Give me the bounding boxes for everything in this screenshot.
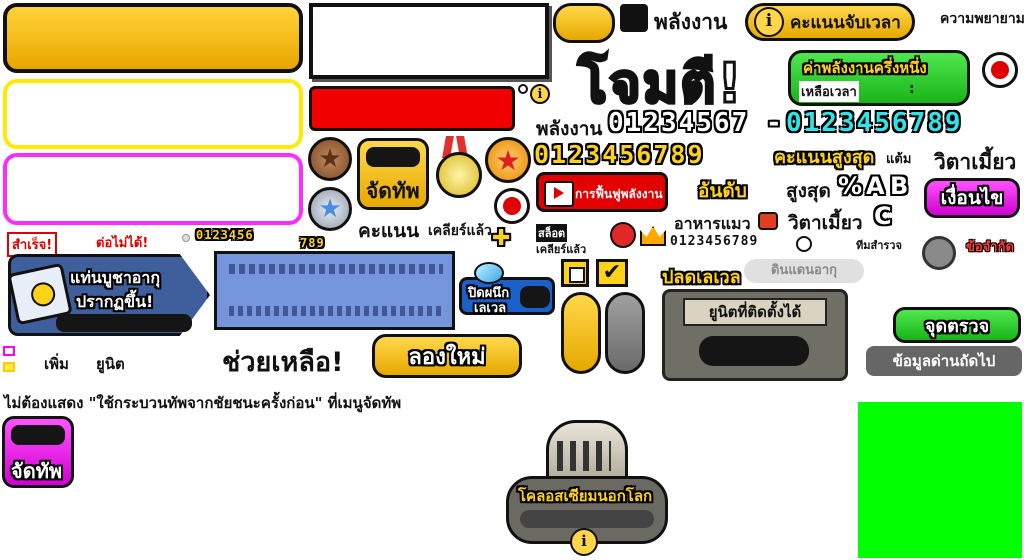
grade-a: A xyxy=(866,172,885,200)
equip-panel: ยูนิตที่ติดตั้งได้ xyxy=(662,289,848,381)
xp-label-2: วิตาเมี้ยว xyxy=(788,212,863,234)
grade-c: C xyxy=(874,202,892,230)
restrictions-label: ข้อจำกัด xyxy=(966,240,1014,255)
add-label: เพิ่ม xyxy=(44,355,69,373)
crown-icon xyxy=(640,226,666,246)
colosseum-slot xyxy=(520,510,654,528)
team-total-label: ทีมสำรวจ xyxy=(856,239,902,252)
legend-swatch-magenta xyxy=(3,346,15,356)
gear-icon xyxy=(518,84,528,94)
green-block xyxy=(858,402,1022,558)
white-box-panel xyxy=(309,3,549,79)
legend-swatch-yellow xyxy=(3,362,15,372)
xp-label: วิตาเมี้ยว xyxy=(934,150,1017,174)
checkbox-icon[interactable] xyxy=(561,259,589,287)
checkbox-checked-icon[interactable]: ✔ xyxy=(596,259,628,287)
time-left-separator: : xyxy=(909,81,915,97)
equip-title: ยูนิตที่ติดตั้งได้ xyxy=(683,298,827,326)
energy-restore-button[interactable]: การฟื้นฟูพลังงาน xyxy=(536,172,668,212)
white-digits: 01234567 xyxy=(608,108,750,138)
deploy-bottom-label: จัดทัพ xyxy=(11,459,63,483)
percent-sign: % xyxy=(838,172,863,200)
cleared-small-label: เคลียร์แล้ว xyxy=(536,243,587,256)
yellow-digits: 0123456789 xyxy=(534,140,705,169)
score-label: คะแนน xyxy=(358,220,420,242)
info-icon: i xyxy=(754,7,784,37)
play-icon xyxy=(544,181,574,207)
cyan-digits: 0123456789 xyxy=(786,108,963,138)
checkpoint-label: จุดตรวจ xyxy=(924,315,990,337)
deploy-button[interactable]: จัดทัพ xyxy=(357,138,429,210)
score-time-label: คะแนนจับเวลา xyxy=(790,12,901,33)
black-square xyxy=(620,4,648,32)
record-icon[interactable] xyxy=(494,188,530,224)
ranking-label: อันดับ xyxy=(698,180,747,202)
deploy-bottom-slot xyxy=(11,425,65,445)
clock-icon xyxy=(796,236,812,252)
unlock-level-label: ปลดเลเวล xyxy=(662,267,741,288)
gacha-slot xyxy=(56,314,192,332)
cleared-label: เคลียร์แล้ว xyxy=(428,223,492,239)
seal-level-line2: เลเวล xyxy=(474,301,507,316)
next-stage-button[interactable]: ข้อมูลด่านถัดไป xyxy=(866,346,1022,376)
points-suffix: แต้ม xyxy=(886,152,912,167)
bronze-star-icon: ★ xyxy=(308,137,352,181)
notice-text: ไม่ต้องแสดง "ใช้กระบวนทัพจากชัยชนะครั้งก… xyxy=(4,394,402,412)
small-digits: 0123456 xyxy=(196,228,254,242)
retry-button[interactable]: ลองใหม่ xyxy=(372,334,522,378)
blue-text-panel xyxy=(214,251,455,330)
silver-star-icon: ★ xyxy=(308,187,352,231)
deploy-slot xyxy=(366,147,420,167)
half-energy-label: ค่าพลังงานครึ่งหนึ่ง xyxy=(803,59,927,77)
max-label: สูงสุด xyxy=(786,180,831,202)
catfood-icon xyxy=(758,212,778,230)
colosseum-label: โคลอสเซียมนอกโลก xyxy=(518,487,653,505)
info-icon[interactable]: i xyxy=(570,528,598,556)
conditions-label: เงื่อนไข xyxy=(940,187,1004,209)
seal-level-button[interactable]: ปิดผนึก เลเวล xyxy=(459,277,555,316)
gold-panel xyxy=(3,3,303,73)
red-bar-panel xyxy=(309,86,515,131)
effort-label: ความพยายาม xyxy=(940,11,1024,27)
toggle-bar-off[interactable] xyxy=(605,292,645,374)
unit-label: ยูนิต xyxy=(96,355,125,373)
help-label: ช่วยเหลือ! xyxy=(222,347,344,378)
crystal-icon xyxy=(474,262,504,284)
paw-icon xyxy=(610,222,636,248)
gold-star-icon: ★ xyxy=(485,137,531,183)
medal-icon xyxy=(432,136,482,202)
aku-realm-label: ดินแดนอากุ xyxy=(744,259,864,283)
gacha-title-line1: แท่นบูชาอากุ xyxy=(70,268,161,287)
digit-dash: - xyxy=(766,108,784,138)
time-left-label: เหลือเวลา xyxy=(799,81,859,102)
grade-b: B xyxy=(890,172,909,200)
success-label: สำเร็จ! xyxy=(7,232,58,257)
conditions-button[interactable]: เงื่อนไข xyxy=(924,178,1020,218)
yellow-frame-panel xyxy=(3,79,303,149)
crown-digits: 0123456789 xyxy=(670,234,759,249)
energy-restore-label: การฟื้นฟูพลังงาน xyxy=(575,187,663,201)
checkpoint-button[interactable]: จุดตรวจ xyxy=(893,307,1021,343)
equip-slot xyxy=(699,336,809,366)
energy-label: พลังงาน xyxy=(654,10,728,34)
gold-pill-button[interactable] xyxy=(553,3,615,43)
deploy-button-bottom[interactable]: จัดทัพ xyxy=(2,416,74,488)
deploy-label: จัดทัพ xyxy=(366,179,420,203)
toggle-bar-on[interactable] xyxy=(561,292,601,374)
info-icon[interactable]: i xyxy=(530,84,550,104)
magenta-frame-panel xyxy=(3,153,303,225)
high-score-label: คะแนนสูงสุด xyxy=(774,147,875,168)
failed-label: ต่อไม่ได้! xyxy=(96,236,149,251)
seal-level-slot xyxy=(520,286,550,308)
plus-icon[interactable]: ✚ xyxy=(492,226,510,251)
retry-label: ลองใหม่ xyxy=(408,344,486,370)
score-time-button[interactable]: i คะแนนจับเวลา xyxy=(745,3,915,41)
record-icon[interactable] xyxy=(982,52,1018,88)
gacha-title-line2: ปรากฏขึ้น! xyxy=(76,292,154,311)
half-energy-panel: ค่าพลังงานครึ่งหนึ่ง เหลือเวลา : xyxy=(788,50,970,106)
small-dot xyxy=(182,234,190,242)
gray-circle-icon[interactable] xyxy=(922,236,956,270)
small-digits-2: 789 xyxy=(300,236,325,250)
colosseum-panel[interactable]: โคลอสเซียมนอกโลก i xyxy=(506,420,668,556)
